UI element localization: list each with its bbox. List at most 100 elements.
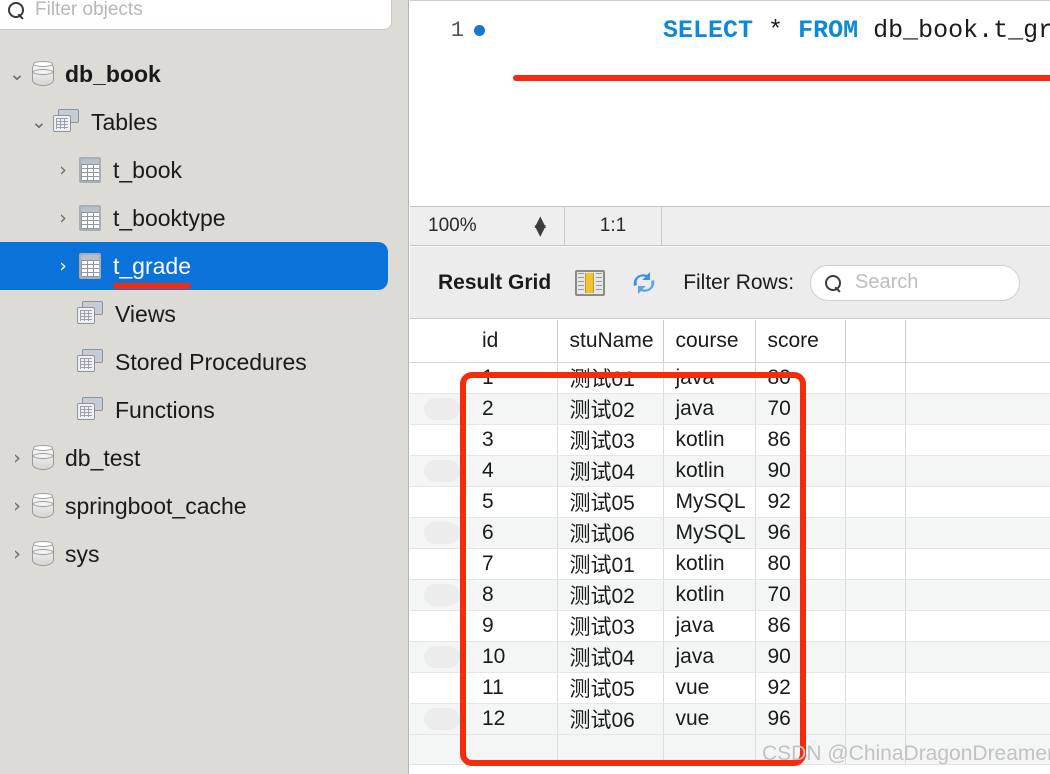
row-selector-cell[interactable]	[410, 734, 470, 765]
sidebar-item-db-book[interactable]: ⌄ db_book	[0, 50, 409, 98]
table-row[interactable]: 2 测试02 java 70	[410, 393, 1050, 425]
cell-course[interactable]: kotlin	[663, 424, 756, 456]
sidebar-item-t-book[interactable]: › t_book	[0, 146, 409, 194]
row-selector-pill[interactable]	[424, 429, 460, 451]
cell-empty[interactable]	[470, 734, 558, 765]
result-search-box[interactable]	[810, 264, 1021, 301]
cell-stuname[interactable]: 测试06	[557, 703, 664, 735]
cell-empty-pad[interactable]	[845, 641, 906, 673]
table-row[interactable]: 5 测试05 MySQL 92	[410, 486, 1050, 518]
cell-score[interactable]: 86	[755, 610, 846, 642]
cell-empty-tail[interactable]	[905, 455, 1050, 487]
cell-empty-pad[interactable]	[845, 362, 906, 394]
execution-marker-icon[interactable]	[474, 24, 485, 36]
row-selector-cell[interactable]	[410, 703, 470, 735]
cell-id[interactable]: 4	[470, 455, 558, 487]
cell-score[interactable]: 70	[755, 393, 846, 425]
cell-empty-pad[interactable]	[845, 579, 906, 611]
cell-id[interactable]: 6	[470, 517, 558, 549]
cell-stuname[interactable]: 测试02	[557, 579, 664, 611]
cell-course[interactable]: java	[663, 610, 756, 642]
cell-empty-pad[interactable]	[845, 672, 906, 704]
column-header-id[interactable]: id	[470, 320, 558, 363]
cell-empty-tail[interactable]	[905, 424, 1050, 456]
cell-id[interactable]: 12	[470, 703, 558, 735]
table-row[interactable]: 7 测试01 kotlin 80	[410, 548, 1050, 580]
cell-empty-pad[interactable]	[845, 548, 906, 580]
cell-id[interactable]: 2	[470, 393, 558, 425]
row-selector-cell[interactable]	[410, 486, 470, 518]
stepper-icon[interactable]: ▲ ▼	[534, 213, 546, 238]
row-selector-pill[interactable]	[424, 583, 460, 606]
cell-course[interactable]: MySQL	[663, 517, 756, 549]
chevron-right-icon[interactable]: ›	[50, 160, 76, 180]
row-selector-pill[interactable]	[424, 397, 460, 420]
cell-stuname[interactable]: 测试03	[557, 424, 664, 456]
cell-empty-tail[interactable]	[905, 672, 1050, 704]
cell-score[interactable]: 90	[755, 641, 846, 673]
chevron-down-icon[interactable]: ⌄	[4, 64, 30, 84]
cell-stuname[interactable]: 测试02	[557, 393, 664, 425]
sql-editor[interactable]: 1 SELECT * FROM db_book.t_grade;	[410, 0, 1050, 206]
row-selector-cell[interactable]	[410, 548, 470, 580]
row-selector-pill[interactable]	[424, 707, 460, 730]
sidebar-item-stored-procedures[interactable]: ›Stored Procedures	[0, 338, 409, 386]
cell-stuname[interactable]: 测试04	[557, 455, 664, 487]
chevron-right-icon[interactable]: ›	[4, 496, 30, 516]
result-search-input[interactable]	[855, 271, 1006, 294]
row-selector-pill[interactable]	[424, 677, 460, 699]
row-selector-cell[interactable]	[410, 579, 470, 611]
cell-id[interactable]: 1	[470, 362, 558, 394]
table-row[interactable]: 9 测试03 java 86	[410, 610, 1050, 642]
cell-id[interactable]: 11	[470, 672, 558, 704]
table-row[interactable]: 1 测试01 java 80	[410, 362, 1050, 394]
table-row[interactable]: 11 测试05 vue 92	[410, 672, 1050, 704]
filter-objects-input[interactable]	[35, 0, 365, 21]
cell-empty-tail[interactable]	[905, 610, 1050, 642]
column-header-course[interactable]: course	[663, 320, 756, 363]
row-selector-cell[interactable]	[410, 455, 470, 487]
cell-empty-pad[interactable]	[845, 424, 906, 456]
row-selector-pill[interactable]	[424, 615, 460, 637]
cell-stuname[interactable]: 测试04	[557, 641, 664, 673]
row-selector-pill[interactable]	[424, 367, 460, 389]
row-selector-cell[interactable]	[410, 362, 470, 394]
cell-empty[interactable]	[557, 734, 664, 765]
cell-stuname[interactable]: 测试05	[557, 486, 664, 518]
row-selector-pill[interactable]	[424, 491, 460, 513]
table-row[interactable]: 6 测试06 MySQL 96	[410, 517, 1050, 549]
cell-empty-tail[interactable]	[905, 641, 1050, 673]
cell-empty[interactable]	[663, 734, 756, 765]
row-selector-pill[interactable]	[424, 521, 460, 544]
cell-id[interactable]: 5	[470, 486, 558, 518]
cell-stuname[interactable]: 测试03	[557, 610, 664, 642]
sidebar-item-t-grade[interactable]: › t_grade	[0, 242, 388, 290]
sidebar-item-views[interactable]: ›Views	[0, 290, 409, 338]
row-selector-cell[interactable]	[410, 641, 470, 673]
zoom-ratio-indicator[interactable]: 1:1	[565, 207, 662, 245]
chevron-right-icon[interactable]: ›	[50, 256, 76, 276]
cell-empty-pad[interactable]	[845, 517, 906, 549]
row-selector-pill[interactable]	[424, 553, 460, 575]
filter-objects-bar[interactable]	[0, 0, 392, 30]
cell-score[interactable]: 92	[755, 672, 846, 704]
column-header-stuname[interactable]: stuName	[557, 320, 664, 363]
result-grid[interactable]: id stuName course score 1 测试01 java 80 2 测试02 jav…	[410, 320, 1050, 774]
cell-course[interactable]: java	[663, 641, 756, 673]
row-selector-cell[interactable]	[410, 672, 470, 704]
cell-empty-tail[interactable]	[905, 579, 1050, 611]
cell-stuname[interactable]: 测试06	[557, 517, 664, 549]
chevron-right-icon[interactable]: ›	[50, 208, 76, 228]
cell-score[interactable]: 70	[755, 579, 846, 611]
cell-empty-pad[interactable]	[845, 486, 906, 518]
sidebar-item-springboot-cache[interactable]: › springboot_cache	[0, 482, 409, 530]
cell-score[interactable]: 80	[755, 548, 846, 580]
cell-score[interactable]: 86	[755, 424, 846, 456]
sql-statement-text[interactable]: SELECT * FROM db_book.t_grade;	[513, 0, 1050, 81]
chevron-right-icon[interactable]: ›	[4, 448, 30, 468]
cell-id[interactable]: 9	[470, 610, 558, 642]
field-types-icon[interactable]	[575, 269, 606, 296]
chevron-right-icon[interactable]: ›	[4, 544, 30, 564]
cell-empty-tail[interactable]	[905, 486, 1050, 518]
cell-score[interactable]: 92	[755, 486, 846, 518]
